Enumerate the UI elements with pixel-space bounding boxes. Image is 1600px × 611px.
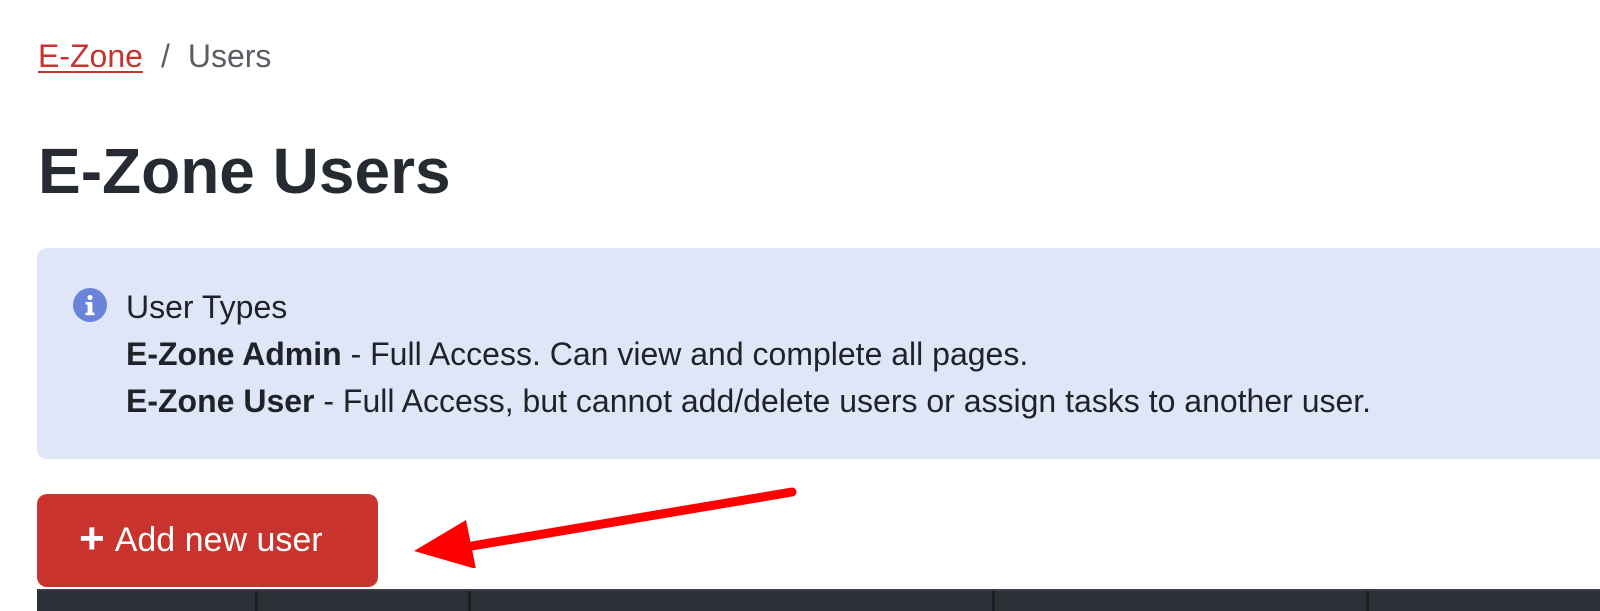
page-title: E-Zone Users [38, 135, 451, 207]
table-column-divider [255, 591, 258, 611]
breadcrumb: E-Zone / Users [38, 36, 271, 76]
add-new-user-button[interactable]: + Add new user [37, 494, 378, 587]
annotation-arrow-icon [414, 487, 797, 568]
add-new-user-label: Add new user [114, 521, 323, 559]
info-text: User Types E-Zone Admin - Full Access. C… [126, 284, 1371, 425]
info-user-label: E-Zone User [126, 383, 315, 419]
info-circle-icon [73, 288, 107, 322]
info-admin-desc: - Full Access. Can view and complete all… [341, 336, 1029, 372]
info-heading: User Types [126, 289, 288, 325]
info-row-user: E-Zone User - Full Access, but cannot ad… [126, 378, 1371, 425]
info-user-desc: - Full Access, but cannot add/delete use… [314, 383, 1372, 419]
user-types-info-box: User Types E-Zone Admin - Full Access. C… [37, 248, 1600, 459]
page: E-Zone / Users E-Zone Users User Types E-Z… [0, 0, 1600, 611]
table-column-divider [1366, 591, 1369, 611]
breadcrumb-separator: / [160, 38, 170, 74]
breadcrumb-current: Users [187, 38, 272, 74]
info-row-admin: E-Zone Admin - Full Access. Can view and… [126, 331, 1371, 378]
plus-icon: + [79, 513, 105, 563]
users-table-header [37, 589, 1600, 611]
breadcrumb-link-ezone[interactable]: E-Zone [38, 38, 143, 74]
table-column-divider [992, 591, 995, 611]
info-admin-label: E-Zone Admin [126, 336, 342, 372]
table-column-divider [468, 591, 471, 611]
